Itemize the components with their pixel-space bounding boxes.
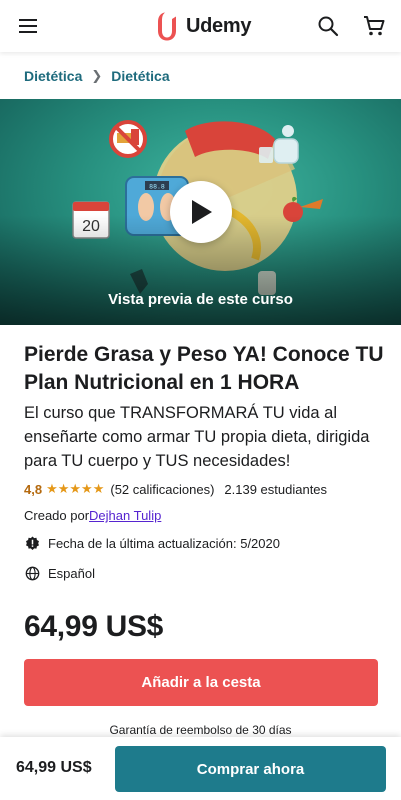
rating-value: 4,8 xyxy=(24,481,43,497)
preview-label: Vista previa de este curso xyxy=(108,291,293,308)
cart-icon[interactable] xyxy=(362,14,386,38)
money-back-guarantee: Garantía de reembolso de 30 días xyxy=(109,723,292,737)
globe-icon xyxy=(24,565,40,581)
bottom-price: 64,99 US$ xyxy=(16,759,92,776)
instructor-link[interactable]: Dejhan Tulip xyxy=(89,508,161,523)
course-price: 64,99 US$ xyxy=(24,610,164,643)
buy-now-button[interactable]: Comprar ahora xyxy=(115,746,386,792)
scale-reading: 88.8 xyxy=(149,183,165,191)
star-rating-icon: ★★★★★ xyxy=(46,481,105,496)
breadcrumb-link-category[interactable]: Dietética xyxy=(24,68,82,84)
menu-icon[interactable] xyxy=(16,14,40,38)
last-updated-text: Fecha de la última actualización: 5/2020 xyxy=(48,535,280,551)
last-updated-row: Fecha de la última actualización: 5/2020 xyxy=(24,534,280,552)
created-by-label: Creado por xyxy=(24,508,90,523)
language-row: Español xyxy=(24,564,95,582)
play-button[interactable] xyxy=(170,181,232,243)
rating-row: 4,8 ★★★★★ (52 calificaciones) 2.139 estu… xyxy=(24,480,327,498)
students-count: 2.139 estudiantes xyxy=(224,481,328,497)
language-text: Español xyxy=(48,565,95,581)
course-preview[interactable]: 88.8 20 Vista previa de este curso xyxy=(0,99,401,325)
top-header: Udemy xyxy=(0,0,401,52)
add-to-cart-button[interactable]: Añadir a la cesta xyxy=(24,659,378,706)
breadcrumb-link-subcategory[interactable]: Dietética xyxy=(111,68,169,84)
course-subtitle: El curso que TRANSFORMARÁ TU vida al ens… xyxy=(24,404,370,470)
sticky-purchase-bar: 64,99 US$ Comprar ahora xyxy=(0,737,401,800)
brand-name: Udemy xyxy=(186,14,252,37)
alert-badge-icon xyxy=(24,535,40,551)
rating-count[interactable]: (52 calificaciones) xyxy=(110,482,214,497)
created-by: Creado porDejhan Tulip xyxy=(24,508,161,523)
breadcrumb: Dietética ❯ Dietética xyxy=(24,66,170,86)
search-icon[interactable] xyxy=(316,14,340,38)
udemy-logo-mark-icon xyxy=(158,12,176,41)
play-icon xyxy=(192,200,212,224)
course-title: Pierde Grasa y Peso YA! Conoce TU Plan N… xyxy=(24,343,384,394)
udemy-logo[interactable]: Udemy xyxy=(152,10,252,42)
chevron-right-icon: ❯ xyxy=(91,68,103,83)
